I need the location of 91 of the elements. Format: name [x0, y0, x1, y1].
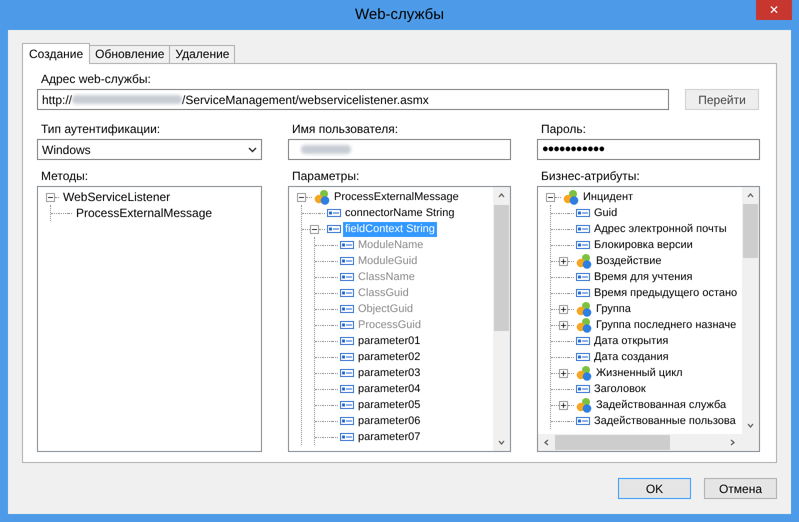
tree-item[interactable]: parameter03 [356, 366, 422, 380]
tab[interactable]: Создание [22, 43, 90, 64]
collapse-icon[interactable] [546, 192, 555, 202]
tree-item[interactable]: Группа [594, 302, 633, 316]
field-icon [576, 209, 590, 217]
field-icon [576, 353, 590, 361]
tree-item[interactable]: parameter01 [356, 334, 422, 348]
username-field[interactable] [288, 139, 511, 160]
field-label: Пароль: [541, 122, 587, 136]
field-label: Имя пользователя: [292, 122, 400, 136]
collapse-icon[interactable] [310, 224, 319, 234]
field-icon [340, 417, 354, 425]
tree-item[interactable]: WebServiceListener [61, 190, 172, 204]
field-icon [340, 305, 354, 313]
field-icon [576, 385, 590, 393]
tree-item[interactable]: Инцидент [581, 190, 636, 204]
field-icon [576, 273, 590, 281]
close-button[interactable]: ✕ [756, 0, 792, 20]
field-icon [340, 241, 354, 249]
field-icon [340, 257, 354, 265]
scrollbar-thumb[interactable] [494, 205, 509, 331]
colored-balls-icon [563, 189, 579, 205]
field-icon [576, 289, 590, 297]
tree-item[interactable]: Guid [592, 206, 620, 220]
tree-item[interactable]: Группа последнего назначе [594, 318, 738, 332]
expand-icon[interactable] [559, 304, 568, 314]
cancel-button[interactable]: Отмена [704, 478, 777, 499]
scrollbar-thumb[interactable] [555, 435, 670, 450]
tree-item[interactable]: Время для учтения [592, 270, 694, 284]
tree-item[interactable]: parameter05 [356, 398, 422, 412]
tree-item[interactable]: Время предыдущего остано [592, 286, 740, 300]
tree-item[interactable]: parameter02 [356, 350, 422, 364]
colored-balls-icon [314, 189, 330, 205]
go-button[interactable]: Перейти [685, 89, 759, 110]
scrollbar-thumb[interactable] [743, 204, 758, 258]
field-icon [576, 225, 590, 233]
field-icon [340, 353, 354, 361]
tree-item[interactable]: Адрес электронной почты [592, 222, 729, 236]
tree-item[interactable]: parameter07 [356, 430, 422, 444]
colored-balls-icon [576, 301, 592, 317]
colored-balls-icon [576, 397, 592, 413]
address-field[interactable]: http:// /ServiceManagement/webservicelistener.asmx [37, 89, 669, 110]
vertical-scrollbar[interactable] [742, 187, 759, 434]
field-icon [576, 417, 590, 425]
field-icon [340, 337, 354, 345]
tree-item[interactable]: ProcessExternalMessage [332, 190, 461, 204]
tree-item[interactable]: Задействованные пользова [592, 414, 738, 428]
expand-icon[interactable] [559, 400, 568, 410]
expand-icon[interactable] [559, 368, 568, 378]
field-icon [576, 241, 590, 249]
tab[interactable]: Удаление [169, 45, 236, 63]
tree-item[interactable]: Заголовок [592, 382, 648, 396]
collapse-icon[interactable] [46, 192, 55, 202]
horizontal-scrollbar[interactable] [538, 434, 759, 451]
vertical-scrollbar[interactable] [493, 187, 510, 451]
field-label: Тип аутентификации: [41, 122, 162, 136]
field-label: Методы: [41, 169, 90, 183]
window-title: Web-службы [354, 4, 444, 25]
tree-item[interactable]: Блокировка версии [592, 238, 695, 252]
tree-item[interactable]: ProcessExternalMessage [74, 206, 214, 220]
password-field[interactable]: ●●●●●●●●●●● [537, 139, 760, 160]
tree-item[interactable]: parameter06 [356, 414, 422, 428]
field-label: Бизнес-атрибуты: [541, 169, 641, 183]
field-icon [340, 369, 354, 377]
tree-item[interactable]: Дата открытия [592, 334, 670, 348]
field-icon [340, 273, 354, 281]
tree-item[interactable]: connectorName String [343, 206, 456, 220]
colored-balls-icon [576, 365, 592, 381]
tree-item[interactable]: Задействованная служба [594, 398, 728, 412]
blurred-text [301, 145, 351, 154]
field-icon [340, 321, 354, 329]
tree-item[interactable]: parameter04 [356, 382, 422, 396]
field-icon [340, 385, 354, 393]
field-icon [327, 209, 341, 217]
tree-item[interactable]: Воздействие [594, 254, 664, 268]
field-icon [340, 433, 354, 441]
field-icon [340, 401, 354, 409]
field-icon [340, 289, 354, 297]
field-icon [576, 337, 590, 345]
field-icon [327, 225, 341, 233]
tree-item[interactable]: Дата создания [592, 350, 671, 364]
expand-icon[interactable] [559, 320, 568, 330]
collapse-icon[interactable] [297, 192, 306, 202]
auth-dropdown[interactable]: Windows [37, 139, 262, 160]
field-label: Адрес web-службы: [41, 72, 152, 86]
field-label: Параметры: [292, 169, 360, 183]
colored-balls-icon [576, 253, 592, 269]
ok-button[interactable]: OK [618, 478, 691, 499]
expand-icon[interactable] [559, 256, 568, 266]
tree-item[interactable]: Жизненный цикл [594, 366, 685, 380]
colored-balls-icon [576, 317, 592, 333]
